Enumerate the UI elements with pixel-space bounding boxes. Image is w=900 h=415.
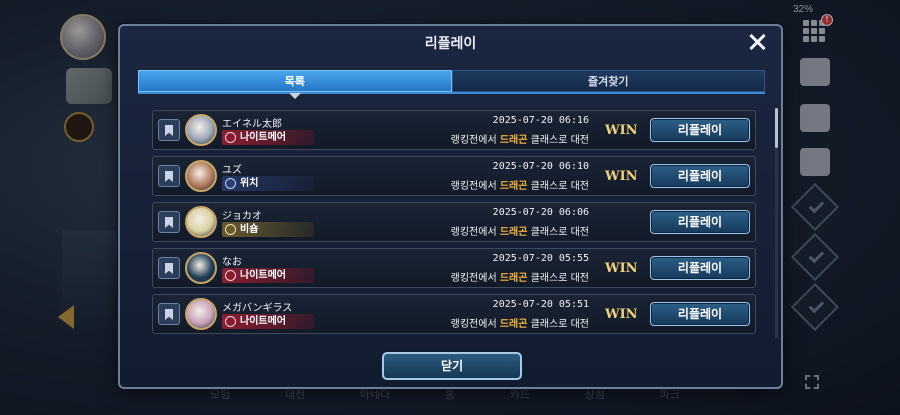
bookmark-button[interactable] — [158, 119, 180, 141]
replay-row: なお 나이트메어 2025-07-20 05:55 랭킹전에서 드래곤 클래스로 대전… — [152, 248, 756, 288]
avatar — [185, 298, 217, 330]
replay-row: エイネル太郎 나이트메어 2025-07-20 06:16 랭킹전에서 드래곤 클래스… — [152, 110, 756, 150]
replay-row: メガバンギラス 나이트메어 2025-07-20 05:51 랭킹전에서 드래곤 클래… — [152, 294, 756, 334]
player-name: ユズ — [222, 165, 242, 176]
replay-row: ユズ 위치 2025-07-20 06:10 랭킹전에서 드래곤 클래스로 대전 WIN… — [152, 156, 756, 196]
close-button[interactable]: 닫기 — [382, 352, 522, 380]
match-description: 랭킹전에서 드래곤 클래스로 대전 — [451, 131, 589, 146]
match-description: 랭킹전에서 드래곤 클래스로 대전 — [451, 223, 589, 238]
desc-suffix: 클래스로 대전 — [527, 273, 589, 284]
match-result: WIN — [605, 261, 638, 276]
desc-suffix: 클래스로 대전 — [527, 319, 589, 330]
desc-suffix: 클래스로 대전 — [527, 135, 589, 146]
desc-prefix: 랭킹전에서 — [450, 273, 500, 284]
class-emblem-icon — [225, 316, 236, 327]
bookmark-icon — [165, 125, 173, 136]
replay-button[interactable]: 리플레이 — [650, 164, 750, 188]
class-name: 위치 — [240, 178, 259, 189]
bookmark-button[interactable] — [158, 211, 180, 233]
desc-class: 드래곤 — [499, 135, 528, 146]
bookmark-button[interactable] — [158, 257, 180, 279]
close-icon[interactable] — [747, 32, 767, 52]
desc-suffix: 클래스로 대전 — [527, 227, 589, 238]
scroll-thumb[interactable] — [775, 108, 778, 148]
player-name: なお — [222, 257, 242, 268]
match-result: WIN — [605, 169, 638, 184]
bookmark-icon — [165, 263, 173, 274]
match-result: WIN — [605, 307, 638, 322]
class-name: 나이트메어 — [240, 316, 286, 327]
match-description: 랭킹전에서 드래곤 클래스로 대전 — [451, 269, 589, 284]
desc-class: 드래곤 — [499, 273, 528, 284]
class-name: 비숍 — [240, 224, 259, 235]
tab-list[interactable]: 목록 — [138, 70, 452, 99]
match-description: 랭킹전에서 드래곤 클래스로 대전 — [451, 315, 589, 330]
match-description: 랭킹전에서 드래곤 클래스로 대전 — [451, 177, 589, 192]
class-tag: 위치 — [222, 176, 314, 191]
replay-tabs: 목록 즐겨찾기 — [138, 70, 765, 99]
replay-row: ジョカオ 비숍 2025-07-20 06:06 랭킹전에서 드래곤 클래스로 대전 리… — [152, 202, 756, 242]
class-name: 나이트메어 — [240, 132, 286, 143]
bookmark-button[interactable] — [158, 165, 180, 187]
bookmark-icon — [165, 309, 173, 320]
match-datetime: 2025-07-20 06:06 — [492, 207, 589, 218]
bookmark-icon — [165, 217, 173, 228]
replay-button[interactable]: 리플레이 — [650, 256, 750, 280]
player-name: エイネル太郎 — [222, 119, 282, 130]
class-emblem-icon — [225, 224, 236, 235]
class-tag: 비숍 — [222, 222, 314, 237]
replay-button[interactable]: 리플레이 — [650, 118, 750, 142]
class-tag: 나이트메어 — [222, 130, 314, 145]
class-tag: 나이트메어 — [222, 268, 314, 283]
class-emblem-icon — [225, 132, 236, 143]
class-emblem-icon — [225, 270, 236, 281]
match-datetime: 2025-07-20 05:51 — [492, 299, 589, 310]
match-datetime: 2025-07-20 06:10 — [492, 161, 589, 172]
replay-dialog: 리플레이 목록 즐겨찾기 エイネル太郎 나이트메어 2025-07-20 06:16… — [118, 24, 783, 389]
match-datetime: 2025-07-20 05:55 — [492, 253, 589, 264]
avatar — [185, 252, 217, 284]
scrollbar[interactable] — [775, 108, 778, 338]
class-name: 나이트메어 — [240, 270, 286, 281]
avatar — [185, 114, 217, 146]
desc-suffix: 클래스로 대전 — [527, 181, 589, 192]
desc-prefix: 랭킹전에서 — [450, 227, 500, 238]
desc-class: 드래곤 — [499, 181, 528, 192]
desc-prefix: 랭킹전에서 — [450, 181, 500, 192]
bookmark-icon — [165, 171, 173, 182]
class-tag: 나이트메어 — [222, 314, 314, 329]
match-result: WIN — [605, 123, 638, 138]
match-datetime: 2025-07-20 06:16 — [492, 115, 589, 126]
avatar — [185, 160, 217, 192]
desc-class: 드래곤 — [499, 319, 528, 330]
dialog-title: 리플레이 — [424, 36, 477, 52]
tab-favorites[interactable]: 즐겨찾기 — [451, 70, 765, 92]
avatar — [185, 206, 217, 238]
player-name: ジョカオ — [222, 211, 262, 222]
desc-prefix: 랭킹전에서 — [450, 135, 500, 146]
bookmark-button[interactable] — [158, 303, 180, 325]
replay-button[interactable]: 리플레이 — [650, 302, 750, 326]
desc-prefix: 랭킹전에서 — [450, 319, 500, 330]
player-name: メガバンギラス — [222, 303, 293, 314]
replay-list: エイネル太郎 나이트메어 2025-07-20 06:16 랭킹전에서 드래곤 클래스… — [152, 110, 756, 336]
class-emblem-icon — [225, 178, 236, 189]
desc-class: 드래곤 — [499, 227, 528, 238]
replay-button[interactable]: 리플레이 — [650, 210, 750, 234]
